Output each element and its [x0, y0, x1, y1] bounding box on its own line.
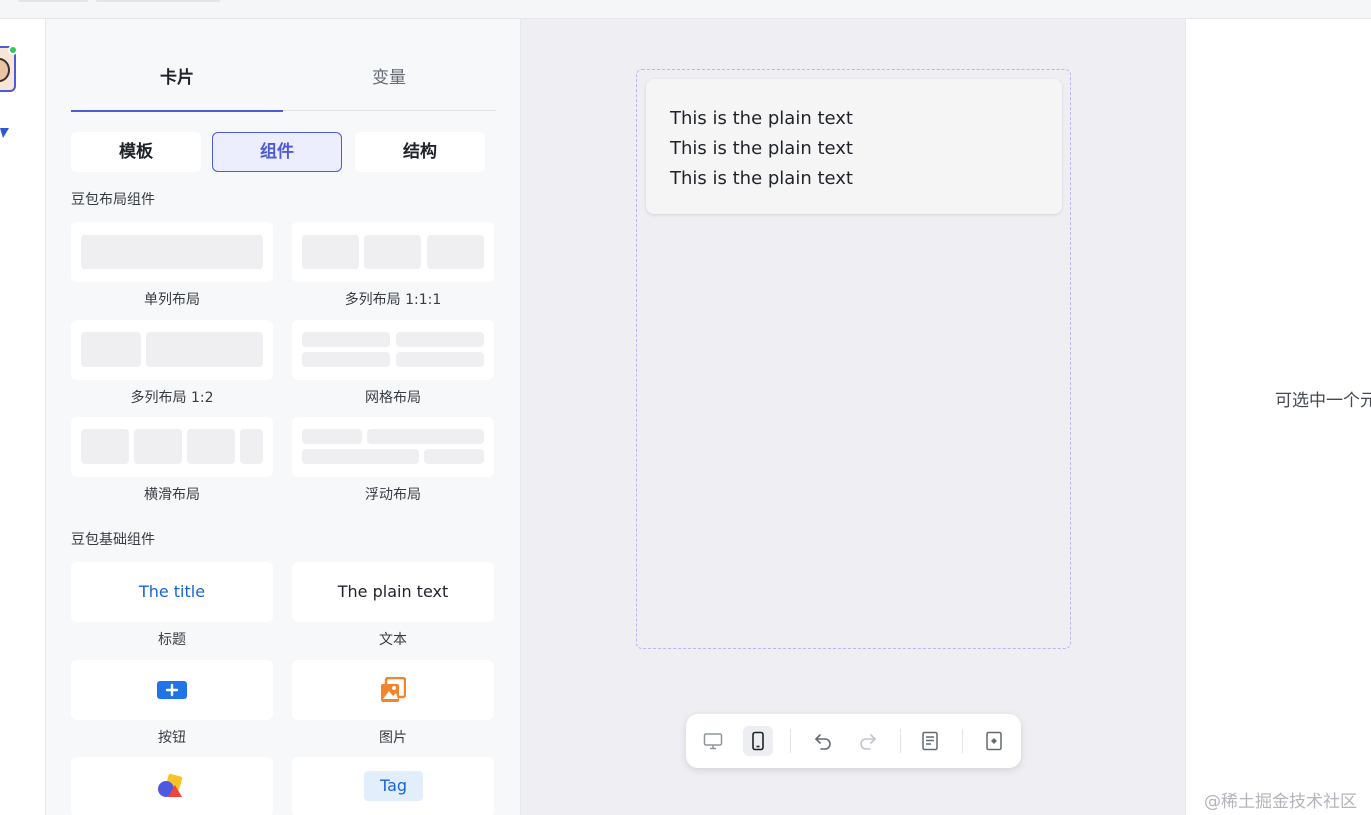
undo-button[interactable]: [808, 726, 838, 756]
layout-placeholder: [302, 332, 390, 347]
layout-placeholder: [81, 332, 141, 367]
card-label: 横滑布局: [144, 487, 200, 503]
horizontal-scroll-layout-card[interactable]: [71, 417, 273, 477]
canvas-toolbar: [686, 714, 1021, 768]
tag-preview: Tag: [364, 771, 423, 801]
tag-component-card[interactable]: Tag: [292, 757, 494, 815]
layout-placeholder: [364, 235, 421, 269]
grid-layout-card[interactable]: [292, 320, 494, 380]
layout-section-title: 豆包布局组件: [71, 192, 155, 208]
layout-placeholder: [81, 429, 129, 464]
panel-tabs: 卡片 变量: [71, 49, 496, 112]
empty-selection-hint: 可选中一个元: [1275, 391, 1371, 411]
layout-placeholder: [302, 429, 362, 444]
single-column-layout-card[interactable]: [71, 222, 273, 282]
plain-text-line: This is the plain text: [670, 108, 853, 129]
segment-templates[interactable]: 模板: [71, 132, 201, 172]
desktop-view-button[interactable]: [698, 726, 728, 756]
layout-placeholder: [81, 235, 263, 269]
title-preview: The title: [138, 582, 206, 601]
card-label: 标题: [158, 632, 186, 648]
card-label: 多列布局 1:1:1: [344, 292, 442, 308]
properties-panel: 可选中一个元: [1185, 19, 1371, 815]
monitor-icon: [703, 733, 723, 750]
component-panel: 卡片 变量 模板 组件 结构 豆包布局组件 单列布局 多列布局 1:1:1 多列…: [46, 19, 521, 815]
title-component-card[interactable]: The title: [71, 562, 273, 622]
phone-icon: [752, 731, 764, 751]
card-label: 图片: [379, 730, 407, 746]
document-icon: [922, 731, 938, 751]
image-icon: [381, 677, 406, 702]
plain-text-line: This is the plain text: [670, 138, 853, 159]
toolbar-divider: [900, 729, 901, 753]
layout-placeholder: [187, 429, 235, 464]
card-label: 网格布局: [365, 390, 421, 406]
card-label: 按钮: [158, 730, 186, 746]
text-component-card[interactable]: The plain text: [292, 562, 494, 622]
card-label: 多列布局 1:2: [130, 390, 214, 406]
multi-select-component-card[interactable]: [71, 757, 273, 815]
layout-placeholder: [367, 429, 484, 444]
button-component-card[interactable]: [71, 660, 273, 720]
layout-placeholder: [396, 352, 484, 367]
top-bar: [0, 0, 1371, 19]
toolbar-divider: [962, 729, 963, 753]
preview-icon: [986, 731, 1002, 751]
preview-button[interactable]: [979, 726, 1009, 756]
layout-placeholder: [302, 449, 419, 464]
mobile-preview-frame: This is the plain text This is the plain…: [636, 69, 1071, 649]
plain-text-line: This is the plain text: [670, 168, 853, 189]
code-view-button[interactable]: [915, 726, 945, 756]
shapes-icon: [158, 773, 183, 797]
layout-placeholder: [302, 352, 390, 367]
layout-placeholder: [302, 235, 359, 269]
tab-card[interactable]: 卡片: [71, 49, 283, 112]
left-rail: [0, 19, 46, 815]
text-preview: The plain text: [337, 582, 449, 601]
toolbar-divider: [790, 729, 791, 753]
redo-icon: [860, 734, 876, 750]
layout-placeholder: [427, 235, 484, 269]
floating-layout-card[interactable]: [292, 417, 494, 477]
layout-placeholder: [146, 332, 263, 367]
top-tab-stub[interactable]: [18, 0, 88, 2]
layout-placeholder: [424, 449, 484, 464]
online-status-dot: [8, 45, 18, 55]
mobile-view-button[interactable]: [743, 726, 773, 756]
top-tab-stub[interactable]: [96, 0, 220, 2]
undo-icon: [815, 734, 831, 750]
segment-components[interactable]: 组件: [212, 132, 342, 172]
multi-column-111-layout-card[interactable]: [292, 222, 494, 282]
avatar-face: [0, 58, 10, 82]
redo-button[interactable]: [853, 726, 883, 756]
segment-structure[interactable]: 结构: [355, 132, 485, 172]
basic-section-title: 豆包基础组件: [71, 532, 155, 548]
layout-placeholder: [134, 429, 182, 464]
image-component-card[interactable]: [292, 660, 494, 720]
watermark: @稀土掘金技术社区: [1204, 792, 1357, 812]
card-label: 浮动布局: [365, 487, 421, 503]
card-label: 单列布局: [144, 292, 200, 308]
plain-text-card[interactable]: This is the plain text This is the plain…: [646, 79, 1062, 214]
button-icon: [157, 681, 187, 699]
layout-placeholder: [396, 332, 484, 347]
card-label: 文本: [379, 632, 407, 648]
multi-column-12-layout-card[interactable]: [71, 320, 273, 380]
tab-variables[interactable]: 变量: [283, 49, 495, 111]
brand-mark-icon[interactable]: [0, 124, 10, 154]
card-canvas: This is the plain text This is the plain…: [521, 19, 1185, 815]
layout-placeholder: [240, 429, 263, 464]
